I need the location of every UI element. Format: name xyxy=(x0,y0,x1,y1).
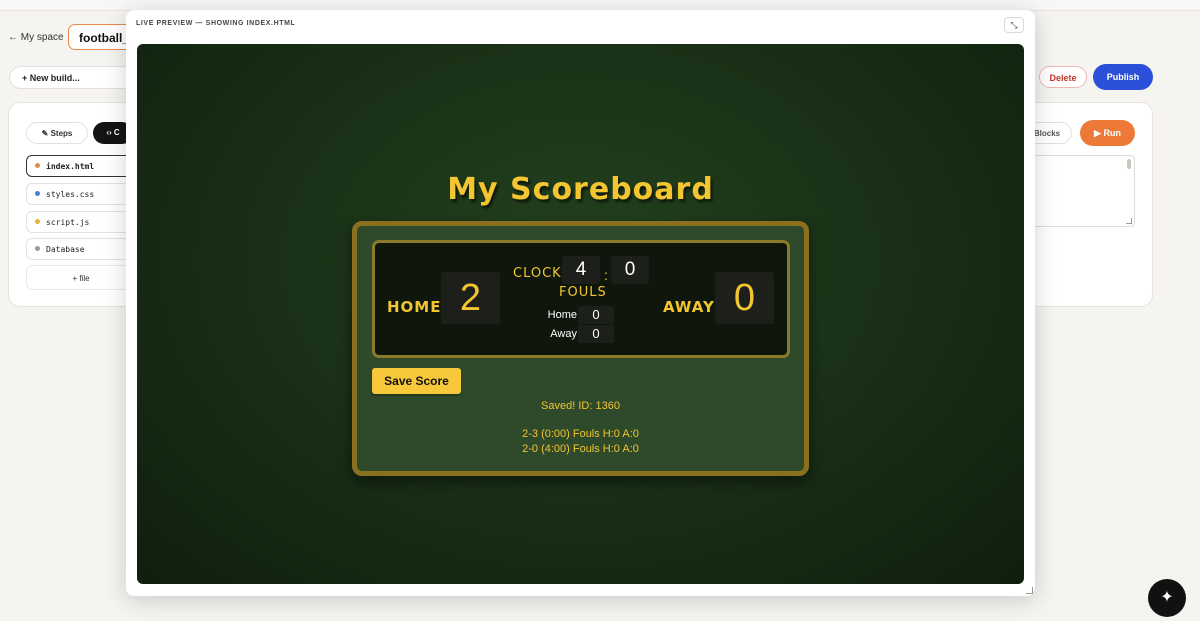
fouls-label: FOULS xyxy=(559,285,607,300)
modal-title: LIVE PREVIEW — SHOWING INDEX.HTML xyxy=(136,20,296,27)
home-label: HOME xyxy=(387,298,442,316)
scoreboard-title: My Scoreboard xyxy=(447,172,714,207)
live-preview-modal: LIVE PREVIEW — SHOWING INDEX.HTML ⤡ My S… xyxy=(126,10,1035,596)
tab-steps[interactable]: ✎ Steps xyxy=(26,122,88,144)
pencil-icon: ✎ xyxy=(41,129,51,138)
fouls-away-value: 0 xyxy=(578,325,614,343)
clock-seconds: 0 xyxy=(611,256,649,284)
history-item: 2-3 (0:00) Fouls H:0 A:0 xyxy=(522,428,639,440)
run-button[interactable]: ▶ Run xyxy=(1080,120,1135,146)
code-editor[interactable] xyxy=(1022,155,1135,227)
assistant-sparkle-button[interactable]: ✦ xyxy=(1148,579,1186,617)
saved-message: Saved! ID: 1360 xyxy=(541,400,620,412)
add-file-button[interactable]: + file xyxy=(26,265,136,290)
resize-grip-icon[interactable] xyxy=(1126,218,1132,224)
clock-minutes: 4 xyxy=(562,256,600,284)
fouls-home-label: Home xyxy=(547,309,577,321)
file-type-dot-icon xyxy=(35,191,40,196)
away-score: 0 xyxy=(715,272,774,324)
preview-frame: My Scoreboard HOME 2 CLOCK 4 : 0 FOULS H… xyxy=(137,44,1024,584)
collapse-icon: ⤡ xyxy=(1010,20,1018,30)
away-label: AWAY xyxy=(663,298,715,316)
clock-separator: : xyxy=(604,267,608,283)
score-history: 2-3 (0:00) Fouls H:0 A:0 2-0 (4:00) Foul… xyxy=(357,427,804,457)
file-item-index-html[interactable]: index.html xyxy=(26,155,136,177)
collapse-preview-button[interactable]: ⤡ xyxy=(1004,17,1024,33)
fouls-away-label: Away xyxy=(550,328,577,340)
history-item: 2-0 (4:00) Fouls H:0 A:0 xyxy=(522,443,639,455)
delete-button[interactable]: Delete xyxy=(1039,66,1087,88)
file-item-script-js[interactable]: script.js xyxy=(26,211,136,233)
fouls-home-value: 0 xyxy=(578,306,614,324)
scoreboard-card: HOME 2 CLOCK 4 : 0 FOULS Home 0 Away 0 A… xyxy=(352,221,809,476)
scoreboard-display: HOME 2 CLOCK 4 : 0 FOULS Home 0 Away 0 A… xyxy=(372,240,790,358)
file-item-database[interactable]: Database xyxy=(26,238,136,260)
publish-button[interactable]: Publish xyxy=(1093,64,1153,90)
editor-scrollbar[interactable] xyxy=(1127,159,1131,169)
back-to-my-space-link[interactable]: ← My space xyxy=(8,32,64,43)
clock-label: CLOCK xyxy=(513,266,562,281)
file-item-styles-css[interactable]: styles.css xyxy=(26,183,136,205)
file-type-dot-icon xyxy=(35,246,40,251)
sparkle-icon: ✦ xyxy=(1160,589,1174,606)
modal-resize-grip-icon[interactable] xyxy=(1026,587,1033,594)
home-score: 2 xyxy=(441,272,500,324)
file-type-dot-icon xyxy=(35,163,40,168)
save-score-button[interactable]: Save Score xyxy=(372,368,461,394)
file-type-dot-icon xyxy=(35,219,40,224)
